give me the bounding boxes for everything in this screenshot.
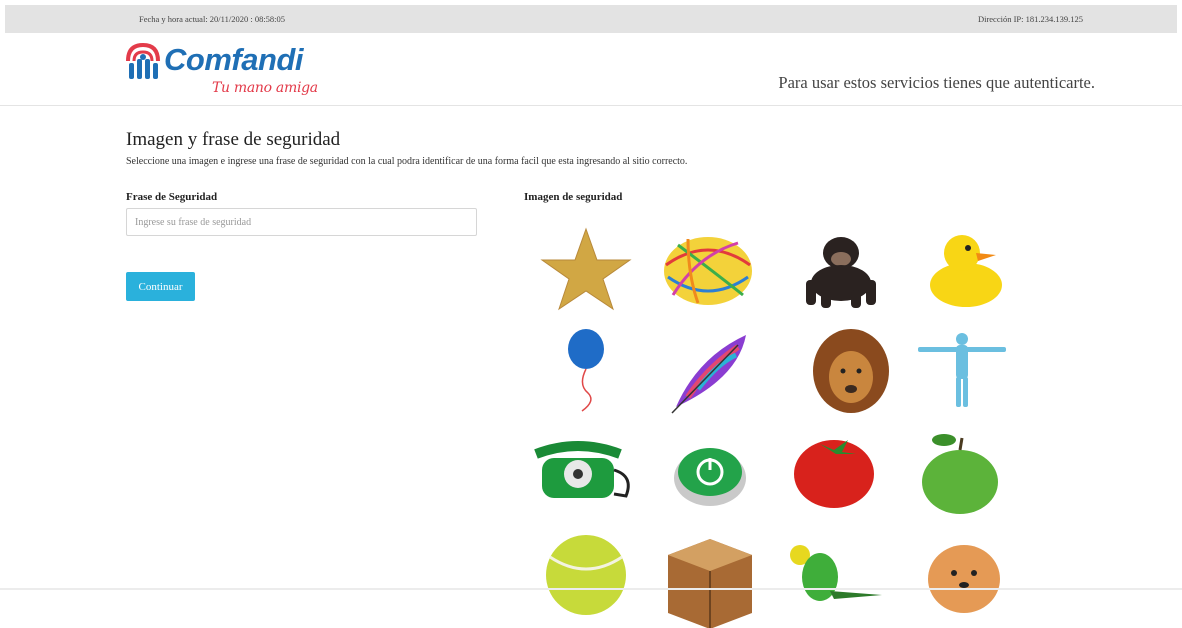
security-image-label: Imagen de seguridad [524,191,623,203]
power-button-image[interactable] [658,430,768,525]
security-phrase-input[interactable] [126,208,477,236]
brand-name: Comfandi [164,42,303,77]
human-figure-image[interactable] [914,327,1024,422]
brand-slogan: Tu mano amiga [212,80,318,96]
comfandi-logo[interactable]: Comfandi Tu mano amiga [124,40,324,102]
star-image[interactable] [530,225,640,320]
auth-message: Para usar estos servicios tienes que aut… [778,73,1095,92]
monkey-image[interactable] [786,225,896,320]
continue-button[interactable]: Continuar [126,272,195,301]
comfandi-hands-icon [126,42,160,79]
telephone-image[interactable] [530,430,640,525]
tomato-image[interactable] [786,430,896,525]
duck-image[interactable] [914,225,1024,320]
top-info-bar: Fecha y hora actual: 20/11/2020 : 08:58:… [5,5,1177,33]
security-phrase-label: Frase de Seguridad [126,191,218,203]
tennis-ball-image[interactable] [530,533,640,628]
apple-image[interactable] [914,430,1024,525]
feather-image[interactable] [658,327,768,422]
lion-image[interactable] [786,327,896,422]
page-subtitle: Seleccione una imagen e ingrese una fras… [126,156,688,167]
balloon-image[interactable] [530,327,640,422]
security-image-grid [530,225,1010,628]
yarn-ball-image[interactable] [658,225,768,320]
parakeet-image[interactable] [786,533,896,628]
dog-image[interactable] [914,533,1024,628]
page-title: Imagen y frase de seguridad [126,129,341,150]
current-datetime: Fecha y hora actual: 20/11/2020 : 08:58:… [139,14,286,24]
ip-address: Dirección IP: 181.234.139.125 [977,14,1083,24]
wood-cube-image[interactable] [658,533,768,628]
header: Comfandi Tu mano amiga Para usar estos s… [0,33,1182,106]
